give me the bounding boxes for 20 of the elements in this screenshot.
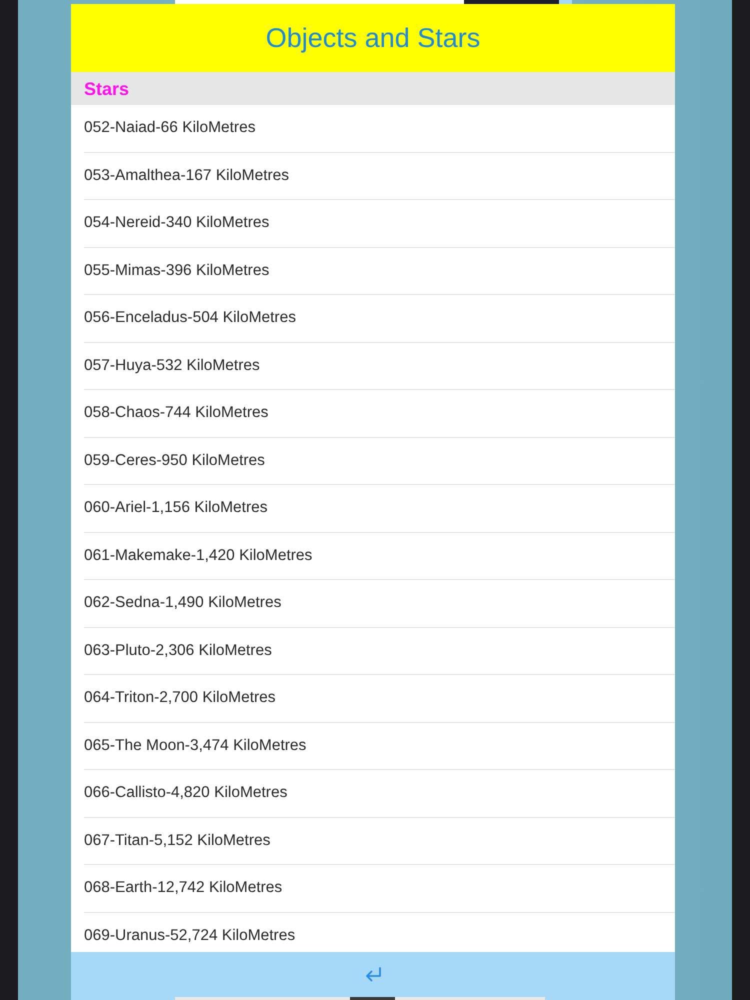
- return-arrow-icon[interactable]: [364, 967, 382, 982]
- list-item[interactable]: 057-Huya-532 KiloMetres: [84, 342, 675, 390]
- list-item[interactable]: 068-Earth-12,742 KiloMetres: [84, 865, 675, 912]
- list-item[interactable]: 061-Makemake-1,420 KiloMetres: [84, 532, 675, 580]
- list-item[interactable]: 064-Triton-2,700 KiloMetres: [84, 675, 675, 722]
- list-item[interactable]: 060-Ariel-1,156 KiloMetres: [84, 485, 675, 532]
- section-title: Stars: [84, 78, 130, 100]
- list-item[interactable]: 063-Pluto-2,306 KiloMetres: [84, 628, 675, 675]
- list-item[interactable]: 065-The Moon-3,474 KiloMetres: [84, 722, 675, 770]
- list-item[interactable]: 052-Naiad-66 KiloMetres: [84, 105, 675, 152]
- list-item[interactable]: 067-Titan-5,152 KiloMetres: [84, 818, 675, 865]
- list-item[interactable]: 066-Callisto-4,820 KiloMetres: [84, 770, 675, 818]
- list-item[interactable]: 054-Nereid-340 KiloMetres: [84, 200, 675, 248]
- screen-title: Objects and Stars: [266, 22, 480, 54]
- list-item[interactable]: 058-Chaos-744 KiloMetres: [84, 390, 675, 438]
- list-item[interactable]: 062-Sedna-1,490 KiloMetres: [84, 580, 675, 628]
- list-item[interactable]: 053-Amalthea-167 KiloMetres: [84, 152, 675, 200]
- list-item[interactable]: 056-Enceladus-504 KiloMetres: [84, 295, 675, 342]
- list-item[interactable]: 059-Ceres-950 KiloMetres: [84, 438, 675, 485]
- list-item[interactable]: 055-Mimas-396 KiloMetres: [84, 248, 675, 295]
